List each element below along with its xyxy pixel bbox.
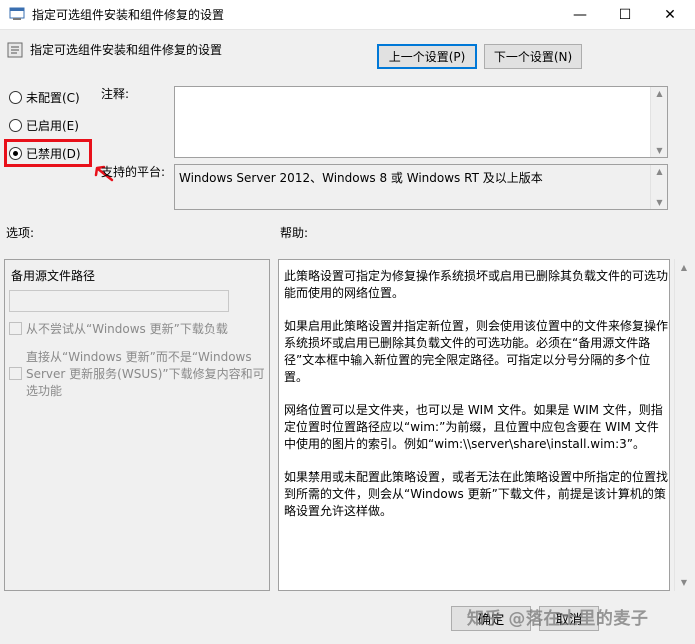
help-paragraph: 网络位置可以是文件夹，也可以是 WIM 文件。如果是 WIM 文件，则指定位置时… [284,403,663,451]
radio-not-configured[interactable]: 未配置(C) [9,89,80,106]
comment-textarea[interactable]: ▲ ▼ [174,86,668,158]
options-panel: 备用源文件路径 从不尝试从“Windows 更新”下载负载 直接从“Window… [4,259,270,591]
setting-name: 指定可选组件安装和组件修复的设置 [30,43,223,57]
policy-setting-icon [7,42,23,58]
scroll-up-icon[interactable]: ▲ [651,89,668,98]
help-section-label: 帮助: [280,226,309,240]
previous-setting-button[interactable]: 上一个设置(P) [377,44,477,69]
maximize-icon: ☐ [618,6,632,23]
radio-label: 已启用(E) [26,119,79,133]
comment-label: 注释: [101,87,130,101]
close-button[interactable]: ✕ [647,0,693,29]
policy-window-icon [9,7,25,20]
window-title: 指定可选组件安装和组件修复的设置 [32,8,225,22]
dialog-scrollbar[interactable]: ▲ ▼ [674,259,692,591]
never-download-label: 从不尝试从“Windows 更新”下载负载 [26,322,228,336]
supported-on-value: Windows Server 2012、Windows 8 或 Windows … [179,171,543,185]
options-section-label: 选项: [6,226,35,240]
scroll-up-icon[interactable]: ▲ [651,167,668,176]
supported-on-scrollbar[interactable]: ▲ ▼ [650,165,667,209]
radio-circle[interactable] [9,119,22,132]
supported-on-box: Windows Server 2012、Windows 8 或 Windows … [174,164,668,210]
comment-scrollbar[interactable]: ▲ ▼ [650,87,667,157]
radio-enabled[interactable]: 已启用(E) [9,117,79,134]
help-paragraph: 此策略设置可指定为修复操作系统损坏或启用已删除其负载文件的可选功能而使用的网络位… [284,269,669,300]
alternate-path-label: 备用源文件路径 [11,269,96,283]
minimize-icon: — [573,6,587,23]
close-icon: ✕ [664,6,676,23]
help-paragraph: 如果启用此策略设置并指定新位置，则会使用该位置中的文件来修复操作系统损坏或启用已… [284,319,669,384]
highlight-annotation-box [4,139,92,167]
scroll-down-icon[interactable]: ▼ [651,198,668,207]
alternate-path-input[interactable] [9,290,229,312]
help-paragraph: 如果禁用或未配置此策略设置，或者无法在此策略设置中所指定的位置找到所需的文件，则… [284,470,669,518]
maximize-button[interactable]: ☐ [602,0,648,29]
next-setting-button[interactable]: 下一个设置(N) [484,44,582,69]
never-download-checkbox[interactable] [9,322,22,335]
minimize-button[interactable]: — [557,0,603,29]
watermark: 知乎 @落在土里的麦子 [467,609,649,629]
scroll-down-icon[interactable]: ▼ [651,146,668,155]
title-bar: 指定可选组件安装和组件修复的设置 — ☐ ✕ [0,0,695,30]
download-from-windows-update-label: 直接从“Windows 更新”而不是“Windows Server 更新服务(W… [26,350,265,398]
supported-on-label: 支持的平台: [101,165,166,179]
radio-circle[interactable] [9,91,22,104]
scroll-up-icon[interactable]: ▲ [675,263,693,272]
help-text: 此策略设置可指定为修复操作系统损坏或启用已删除其负载文件的可选功能而使用的网络位… [284,268,668,520]
help-panel: 此策略设置可指定为修复操作系统损坏或启用已删除其负载文件的可选功能而使用的网络位… [278,259,670,591]
download-from-windows-update-checkbox[interactable] [9,367,22,380]
radio-label: 未配置(C) [26,91,80,105]
scroll-down-icon[interactable]: ▼ [675,578,693,587]
